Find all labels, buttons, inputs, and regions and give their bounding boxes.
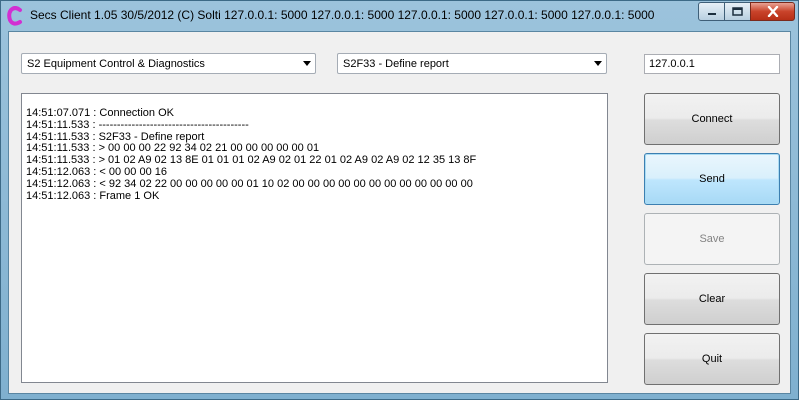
close-icon — [767, 6, 779, 17]
app-window: Secs Client 1.05 30/5/2012 (C) Solti 127… — [0, 0, 799, 400]
log-line: 14:51:11.533 : -------------------------… — [26, 118, 249, 131]
message-select-value: S2F33 - Define report — [343, 57, 449, 70]
stream-select[interactable]: S2 Equipment Control & Diagnostics — [21, 53, 316, 74]
client-area: S2 Equipment Control & Diagnostics S2F33… — [8, 31, 791, 394]
chevron-down-icon[interactable] — [299, 54, 315, 73]
minimize-button[interactable] — [698, 2, 725, 21]
connect-button[interactable]: Connect — [644, 93, 780, 145]
clear-button[interactable]: Clear — [644, 273, 780, 325]
maximize-button[interactable] — [724, 2, 751, 21]
log-line: 14:51:12.063 : < 00 00 00 16 — [26, 165, 167, 178]
quit-button[interactable]: Quit — [644, 333, 780, 385]
ip-address-input[interactable] — [644, 54, 780, 74]
stream-select-value: S2 Equipment Control & Diagnostics — [27, 57, 205, 70]
log-line: 14:51:12.063 : Frame 1 OK — [26, 189, 160, 202]
send-button[interactable]: Send — [644, 153, 780, 205]
maximize-icon — [732, 7, 743, 16]
chevron-down-icon[interactable] — [590, 54, 606, 73]
window-title: Secs Client 1.05 30/5/2012 (C) Solti 127… — [30, 8, 655, 22]
close-button[interactable] — [750, 2, 795, 21]
message-log[interactable]: 14:51:07.071 : Connection OK 14:51:11.53… — [21, 93, 608, 383]
title-bar[interactable]: Secs Client 1.05 30/5/2012 (C) Solti 127… — [1, 1, 798, 31]
app-c-logo-icon[interactable] — [7, 6, 23, 26]
log-line: 14:51:12.063 : < 92 34 02 22 00 00 00 00… — [26, 177, 473, 190]
save-button[interactable]: Save — [644, 213, 780, 265]
message-select[interactable]: S2F33 - Define report — [337, 53, 607, 74]
minimize-icon — [707, 8, 717, 16]
